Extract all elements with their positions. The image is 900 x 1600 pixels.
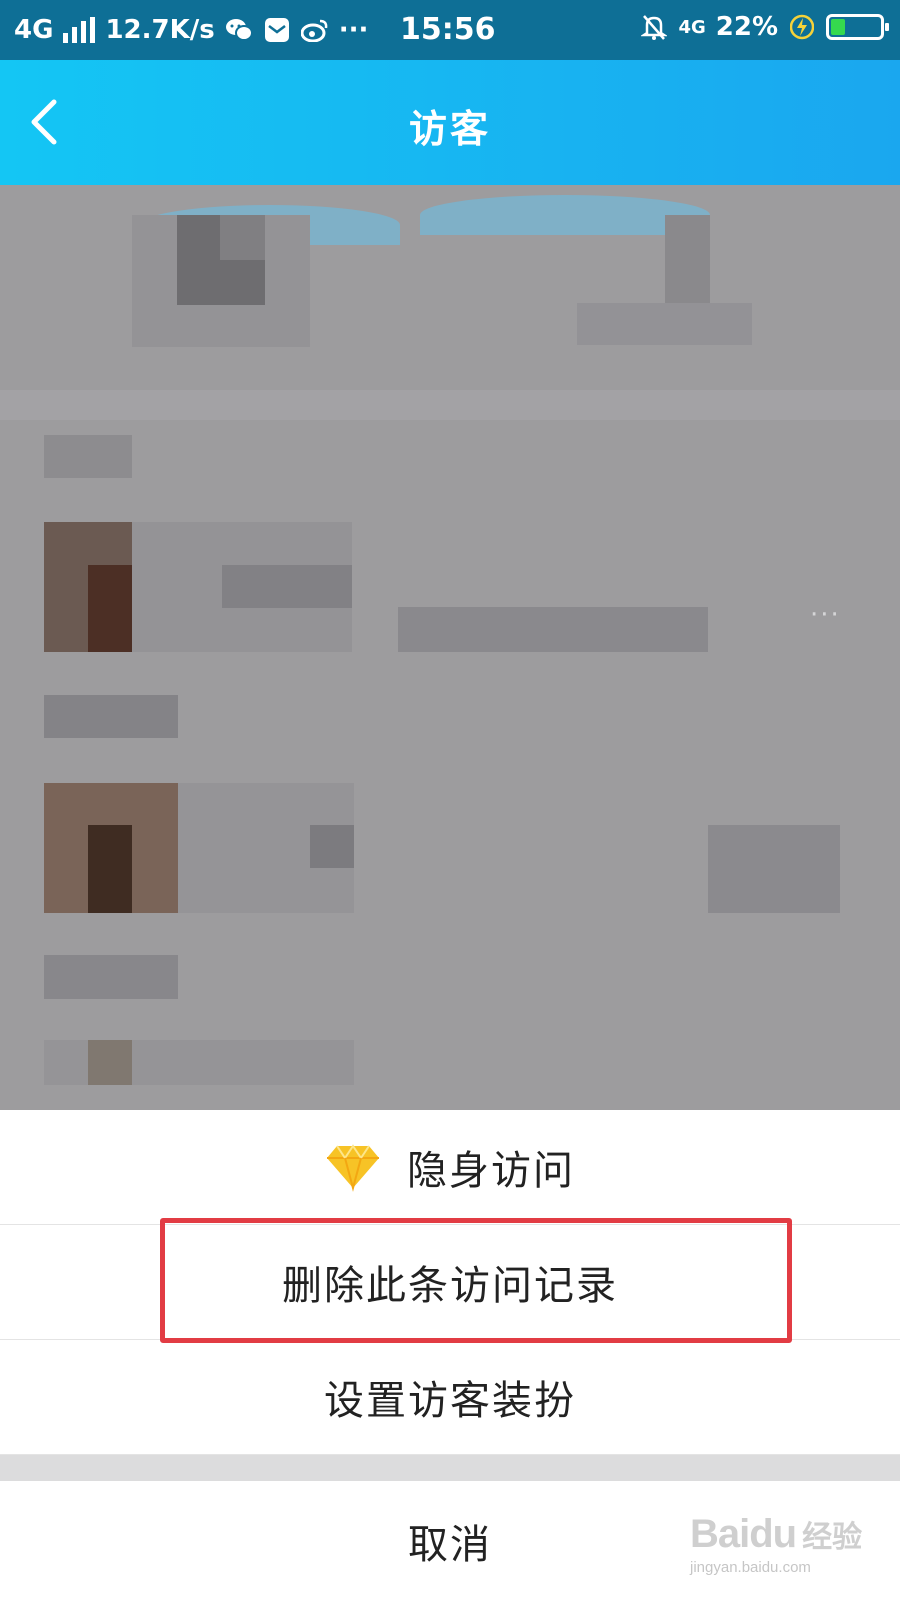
nav-bar: 访客 <box>0 60 900 185</box>
watermark-brand: Baidu <box>690 1512 797 1556</box>
page-title: 访客 <box>408 107 491 151</box>
battery-icon <box>826 14 889 40</box>
more-status-indicator: ··· <box>338 15 369 45</box>
more-icon: ··· <box>810 600 841 630</box>
wechat-icon <box>225 16 253 44</box>
pixelated-block <box>220 215 265 260</box>
clock: 15:56 <box>400 12 496 47</box>
pixelated-block <box>44 695 178 738</box>
invisible-visit-label: 隐身访问 <box>407 1148 575 1194</box>
diamond-icon <box>325 1142 381 1192</box>
baidu-watermark: Baidu 经验 jingyan.baidu.com <box>690 1512 890 1592</box>
pixelated-block <box>222 565 352 608</box>
watermark-brand-cn: 经验 <box>802 1520 863 1555</box>
pixelated-block <box>708 825 840 913</box>
delete-visit-record-option[interactable]: 删除此条访问记录 <box>0 1225 900 1340</box>
pixelated-block <box>44 955 178 999</box>
visitor-list-dimmed: ··· <box>0 185 900 1110</box>
signal-icon <box>63 17 96 43</box>
delete-visit-record-label: 删除此条访问记录 <box>282 1263 618 1309</box>
pixelated-block <box>88 565 132 652</box>
status-bar: 4G 12.7K/s ··· 15:56 4G 22% <box>0 0 900 60</box>
invisible-visit-option[interactable]: 隐身访问 <box>0 1110 900 1225</box>
battery-percent: 22% <box>715 12 778 42</box>
sheet-divider <box>0 1455 900 1481</box>
mute-bell-icon <box>640 13 668 41</box>
weibo-icon <box>300 16 329 44</box>
pixelated-block <box>398 607 708 652</box>
pixelated-block <box>310 825 354 868</box>
pixelated-block <box>577 303 752 345</box>
visitor-costume-option[interactable]: 设置访客装扮 <box>0 1340 900 1455</box>
visitor-costume-label: 设置访客装扮 <box>324 1378 576 1424</box>
pixelated-block <box>44 435 132 478</box>
watermark-url: jingyan.baidu.com <box>690 1559 811 1576</box>
message-icon <box>263 16 291 44</box>
network-type: 4G <box>14 15 54 45</box>
network-speed: 12.7K/s <box>105 15 215 45</box>
network-type-right: 4G <box>678 16 706 38</box>
pixelated-block <box>88 825 132 913</box>
pixelated-block <box>88 1040 132 1085</box>
pixelated-block <box>0 390 900 420</box>
charging-icon <box>788 13 816 41</box>
